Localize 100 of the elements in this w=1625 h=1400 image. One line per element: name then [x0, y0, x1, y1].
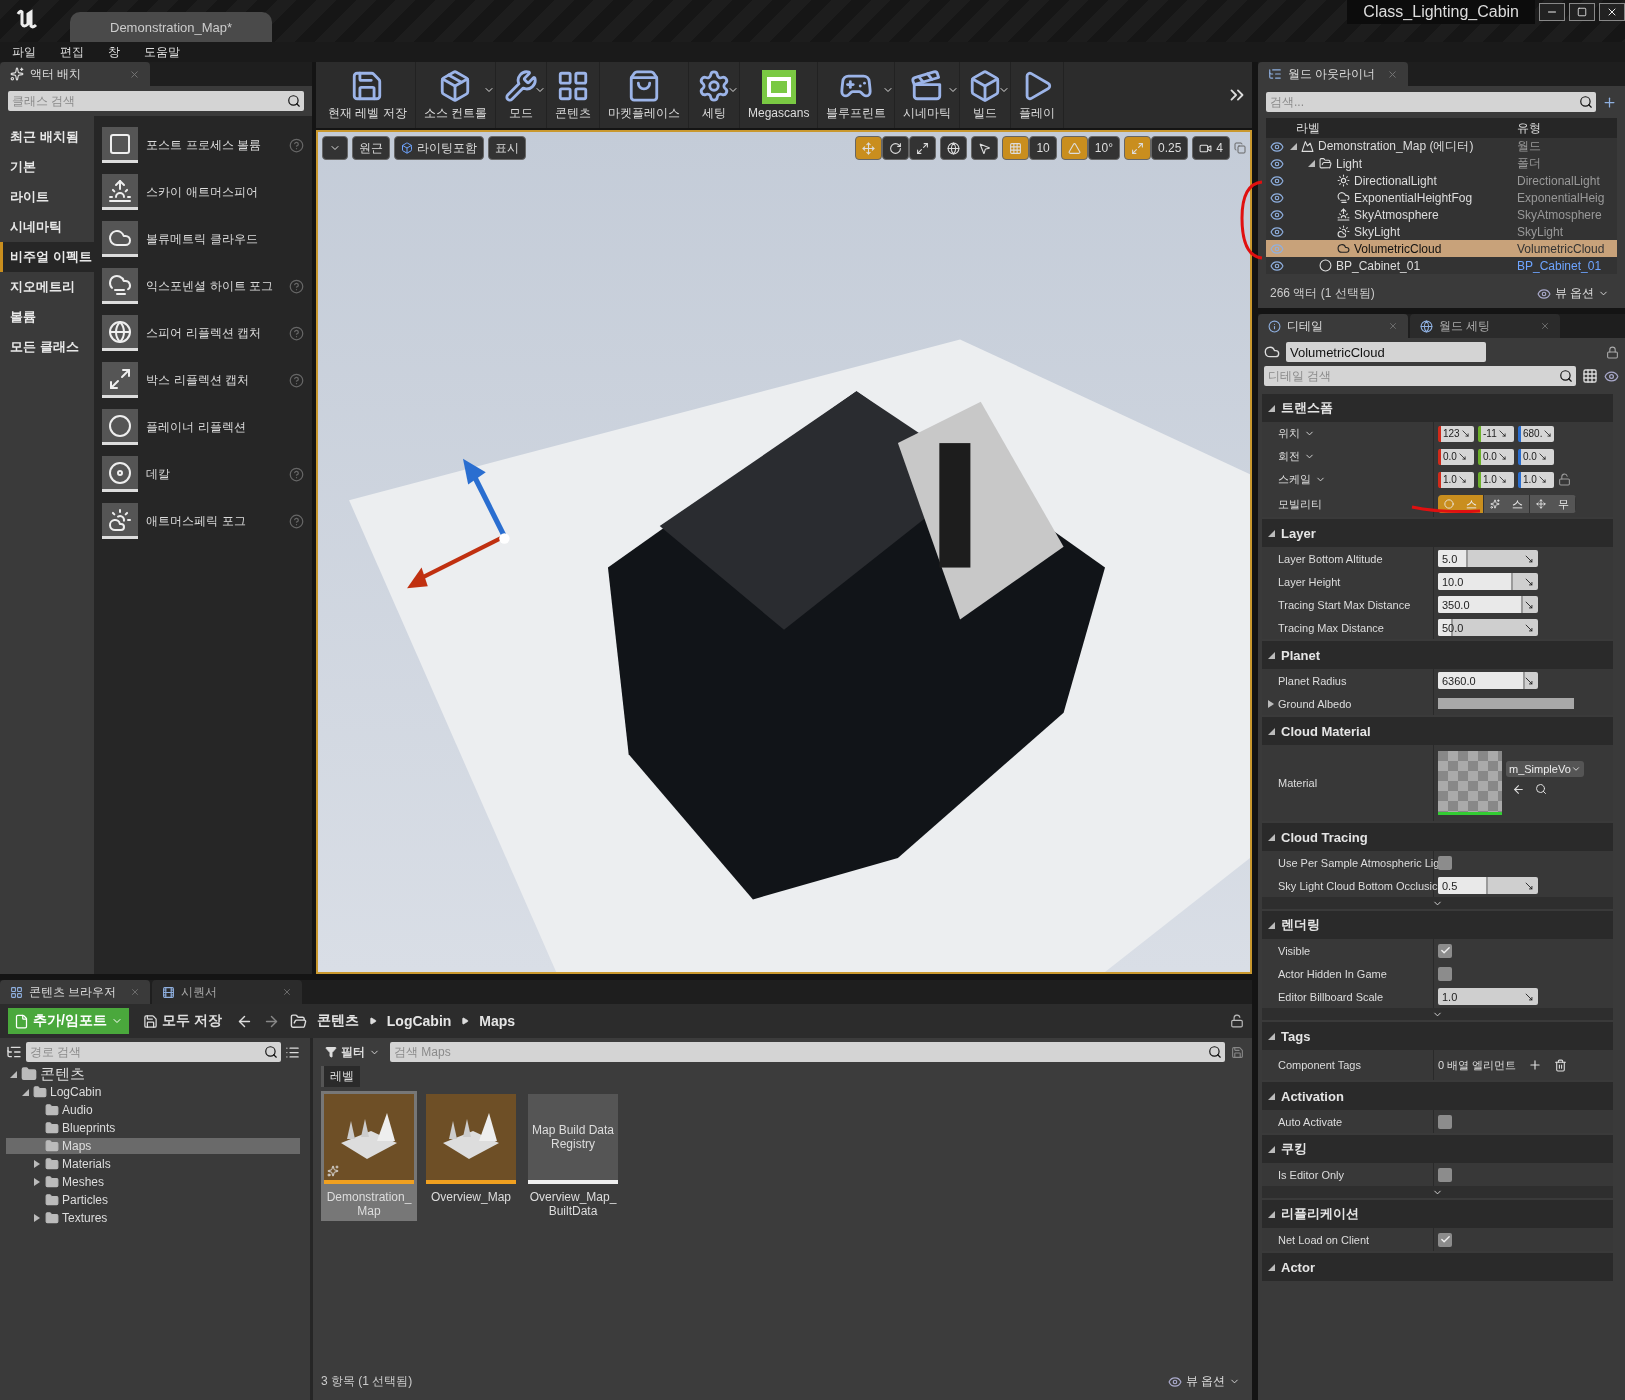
help-icon[interactable] [289, 325, 304, 341]
toolbar-button[interactable]: 현재 레벨 저장 [320, 62, 416, 128]
slider-field[interactable]: 5.0 [1438, 550, 1538, 567]
help-icon[interactable] [289, 278, 304, 294]
trash-icon[interactable] [1554, 1058, 1568, 1072]
toolbar-button[interactable]: 세팅 [689, 62, 740, 128]
category-item[interactable]: 모든 클래스 [0, 332, 95, 362]
slider-field[interactable]: 6360.0 [1438, 672, 1538, 689]
outliner-row[interactable]: VolumetricCloud VolumetricCloud [1266, 240, 1617, 257]
number-field[interactable]: 0.0 [1518, 448, 1554, 465]
expand-arrow-icon[interactable] [34, 1214, 40, 1222]
checkbox[interactable] [1438, 1167, 1452, 1182]
actor-item[interactable]: 볼류메트릭 클라우드 [102, 216, 304, 262]
folder-tree-item[interactable]: Blueprints [6, 1120, 300, 1136]
asset-tile[interactable]: Map Build Data Registry Overview_Map_BuiltData [525, 1091, 621, 1221]
expand-arrow-icon[interactable] [1308, 160, 1315, 167]
close-icon[interactable] [282, 987, 292, 997]
filter-chip[interactable]: 레벨 [321, 1066, 360, 1087]
snap-value[interactable]: 0.25 [1150, 136, 1189, 160]
eye-icon[interactable] [1270, 258, 1284, 273]
toolbar-button[interactable]: 시네마틱 [895, 62, 961, 128]
slider-field[interactable]: 0.5 [1438, 877, 1538, 894]
viewport-menu-button[interactable] [322, 136, 348, 160]
menu-item[interactable]: 편집 [60, 43, 84, 61]
arrow-left-icon[interactable] [1512, 783, 1525, 796]
section-header[interactable]: 트랜스폼 [1262, 394, 1613, 422]
material-dropdown[interactable]: m_SimpleVo [1506, 761, 1584, 777]
slider-field[interactable]: 350.0 [1438, 596, 1538, 613]
save-all-button[interactable]: 모두 저장 [138, 1012, 226, 1030]
checkbox[interactable] [1438, 855, 1452, 870]
actor-item[interactable]: 플레이너 리플렉션 [102, 404, 304, 450]
category-item[interactable]: 시네마틱 [0, 212, 95, 242]
add-folder-icon[interactable] [1602, 94, 1617, 110]
category-item[interactable]: 볼륨 [0, 302, 95, 332]
toolbar-button[interactable]: 블루프린트 [818, 62, 896, 128]
section-header[interactable]: Actor [1262, 1253, 1613, 1281]
eye-icon[interactable] [1270, 224, 1284, 239]
section-header[interactable]: 쿠킹 [1262, 1135, 1613, 1163]
snap-toggle[interactable] [1060, 136, 1088, 160]
advanced-toggle[interactable] [1262, 1008, 1613, 1020]
transform-mode-button[interactable] [882, 136, 910, 160]
number-field[interactable]: 0.0 [1438, 448, 1474, 465]
color-swatch[interactable] [1438, 698, 1574, 709]
actor-item[interactable]: 애트머스페릭 포그 [102, 498, 304, 544]
outliner-row[interactable]: SkyLight SkyLight [1266, 223, 1617, 240]
save-icon[interactable] [1231, 1045, 1244, 1059]
help-icon[interactable] [289, 513, 304, 529]
panel-tab[interactable]: 디테일 [1258, 314, 1408, 338]
search-icon[interactable] [1556, 366, 1576, 386]
viewport-button[interactable]: 라이팅포함 [394, 136, 484, 160]
search-icon[interactable] [284, 91, 304, 111]
search-icon[interactable] [261, 1042, 281, 1062]
section-header[interactable]: Tags [1262, 1022, 1613, 1050]
toolbar-button[interactable]: 빌드 [960, 62, 1012, 128]
actor-item[interactable]: 포스트 프로세스 볼륨 [102, 122, 304, 168]
folder-tree-item[interactable]: Particles [6, 1192, 300, 1208]
column-header[interactable]: 유형 [1517, 119, 1617, 137]
snap-toggle[interactable] [1123, 136, 1151, 160]
number-field[interactable]: 1.0 [1438, 471, 1474, 488]
viewport-button[interactable]: 원근 [352, 136, 390, 160]
actor-item[interactable]: 데칼 [102, 451, 304, 497]
minimize-button[interactable] [1539, 3, 1565, 21]
snap-value[interactable]: 10 [1029, 136, 1057, 160]
outliner-row[interactable]: Light 폴더 [1266, 155, 1617, 172]
section-header[interactable]: 렌더링 [1262, 911, 1613, 939]
eye-icon[interactable] [1270, 156, 1284, 171]
toolbar-button[interactable]: 소스 컨트롤 [415, 62, 496, 128]
eye-icon[interactable] [1604, 368, 1619, 384]
category-item[interactable]: 비주얼 이펙트 [0, 242, 95, 272]
panel-tab[interactable]: 월드 세팅 [1410, 314, 1560, 338]
number-field[interactable]: 0.0 [1478, 448, 1514, 465]
grid-icon[interactable] [1582, 368, 1598, 384]
category-item[interactable]: 지오메트리 [0, 272, 95, 302]
number-field[interactable]: 1.0 [1518, 471, 1554, 488]
menu-item[interactable]: 파일 [12, 43, 36, 61]
category-item[interactable]: 최근 배치됨 [0, 122, 95, 152]
view-options-button[interactable]: 뷰 옵션 [1550, 285, 1613, 302]
number-field[interactable]: 123 [1438, 425, 1474, 442]
viewport[interactable]: 원근 라이팅포함 표시 10 10° 0.25 4 [316, 130, 1252, 974]
plus-icon[interactable] [1528, 1058, 1543, 1072]
column-header[interactable]: 라벨 [1266, 119, 1517, 137]
list-icon[interactable] [285, 1044, 300, 1060]
section-header[interactable]: Cloud Tracing [1262, 823, 1613, 851]
lock-icon[interactable] [1558, 473, 1571, 486]
slider-field[interactable]: 50.0 [1438, 619, 1538, 636]
outliner-row[interactable]: SkyAtmosphere SkyAtmosphere [1266, 206, 1617, 223]
slider-field[interactable]: 1.0 [1438, 988, 1538, 1005]
panel-tab[interactable]: 시퀀서 [152, 980, 302, 1004]
section-header[interactable]: Cloud Material [1262, 717, 1613, 745]
eye-icon[interactable] [1270, 207, 1284, 222]
search-icon[interactable] [1576, 92, 1596, 112]
number-field[interactable]: 680. [1518, 425, 1554, 442]
help-icon[interactable] [289, 466, 304, 482]
breadcrumb-item[interactable]: Maps [479, 1013, 516, 1029]
asset-tile[interactable]: Overview_Map [423, 1091, 519, 1207]
advanced-toggle[interactable] [1262, 897, 1613, 909]
outliner-row[interactable]: Demonstration_Map (에디터) 월드 [1266, 138, 1617, 155]
slider-field[interactable]: 10.0 [1438, 573, 1538, 590]
close-icon[interactable] [1540, 321, 1550, 331]
menu-item[interactable]: 도움말 [144, 43, 180, 61]
